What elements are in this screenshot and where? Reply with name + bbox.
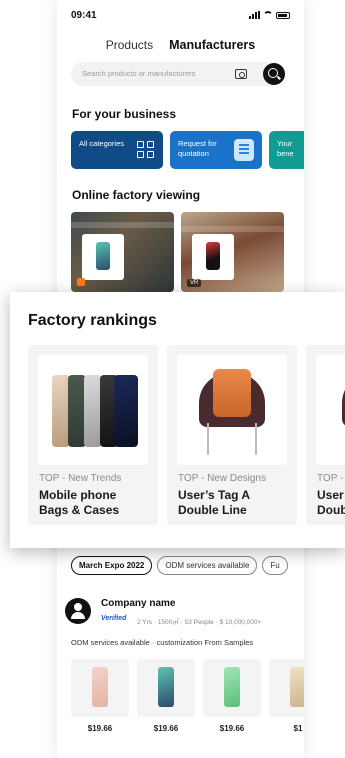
search-icon[interactable] (263, 63, 285, 85)
product-price: $19.66 (153, 724, 179, 733)
factory-viewing-title: Online factory viewing (72, 188, 201, 202)
product-thumbnail (192, 234, 234, 280)
filter-chips: March Expo 2022 ODM services available F… (71, 556, 288, 575)
vr-badge: VR (187, 279, 202, 287)
product-image (177, 355, 287, 465)
search-input[interactable]: Search products or manufacturers (71, 62, 283, 86)
company-meta: 2 Yrs · 1500㎡ · 53 People · $ 10,000,000… (137, 619, 262, 626)
product-image (316, 355, 345, 465)
phone-image (96, 242, 110, 270)
product-price: $1 (293, 724, 303, 733)
ranking-tag: TOP - New Designs (178, 473, 266, 484)
product-item[interactable] (269, 659, 304, 717)
phone-image (290, 667, 304, 707)
all-categories-label: All categories (79, 139, 125, 148)
chip-more[interactable]: Fu (262, 556, 288, 575)
phone-image (206, 242, 220, 270)
business-section-title: For your business (72, 107, 177, 121)
status-time: 09:41 (71, 10, 97, 21)
company-name[interactable]: Company name (101, 598, 175, 609)
rankings-title: Factory rankings (28, 312, 157, 329)
chip-odm-services[interactable]: ODM services available (157, 556, 258, 575)
tab-products[interactable]: Products (106, 38, 153, 52)
request-quotation-label: Request for quotation (178, 139, 217, 158)
product-item[interactable] (137, 659, 195, 717)
tab-manufacturers[interactable]: Manufacturers (169, 38, 255, 52)
ranking-name: Mobile phone Bags & Cases (39, 488, 120, 517)
product-thumbnail (82, 234, 124, 280)
ranking-tag: TOP - New Trends (39, 473, 122, 484)
benefits-label: Your bene (277, 139, 294, 158)
factory-video-1[interactable] (71, 212, 174, 292)
factory-video-2[interactable]: VR (181, 212, 284, 292)
quotation-icon (234, 139, 254, 161)
grid-icon (137, 141, 154, 158)
benefits-card[interactable]: Your bene (269, 131, 304, 169)
ranking-item[interactable]: TOP - New Trends Mobile phone Bags & Cas… (28, 345, 158, 525)
product-item[interactable] (203, 659, 261, 717)
ranking-name: User Doub (317, 488, 345, 517)
live-icon (77, 278, 85, 286)
ranking-tag: TOP - (317, 473, 344, 484)
chip-march-expo[interactable]: March Expo 2022 (71, 556, 153, 575)
phone-image (224, 667, 240, 707)
battery-icon (276, 11, 290, 19)
signal-icon (249, 11, 260, 19)
all-categories-card[interactable]: All categories (71, 131, 163, 169)
phone-image (92, 667, 108, 707)
request-quotation-card[interactable]: Request for quotation (170, 131, 262, 169)
company-description: ODM services available · customization F… (71, 638, 254, 647)
ranking-item[interactable]: TOP - User Doub (306, 345, 345, 525)
top-tabs: Products Manufacturers (57, 38, 304, 52)
product-item[interactable] (71, 659, 129, 717)
product-price: $19.66 (219, 724, 245, 733)
phone-image (158, 667, 174, 707)
camera-icon[interactable] (235, 69, 247, 79)
search-placeholder: Search products or manufacturers (82, 69, 196, 78)
verified-badge: Verified (101, 615, 127, 622)
wifi-icon (263, 11, 273, 19)
ranking-name: User’s Tag A Double Line (178, 488, 251, 517)
factory-rankings-card: Factory rankings TOP - New Trends Mobile… (10, 292, 345, 548)
status-bar: 09:41 (71, 10, 290, 26)
company-avatar[interactable] (65, 598, 91, 624)
product-price: $19.66 (87, 724, 113, 733)
product-image (38, 355, 148, 465)
ranking-item[interactable]: TOP - New Designs User’s Tag A Double Li… (167, 345, 297, 525)
